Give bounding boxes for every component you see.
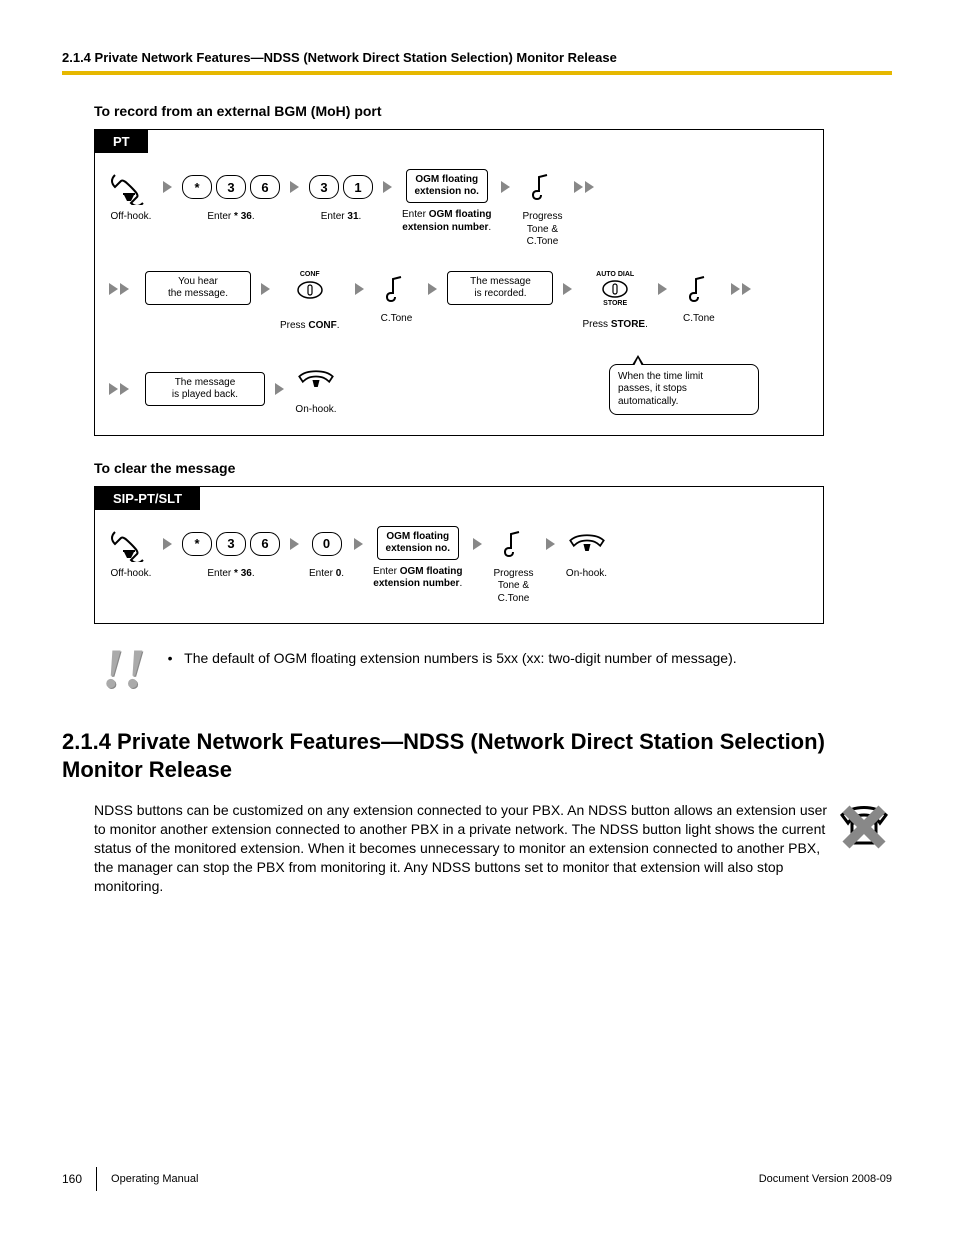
arrow-icon xyxy=(428,283,437,295)
key-3b: 3 xyxy=(309,175,339,199)
offhook-label: Off-hook. xyxy=(111,568,152,581)
phone-crossed-icon xyxy=(836,801,892,895)
page-number: 160 xyxy=(62,1172,82,1186)
arrow-icon xyxy=(354,538,363,550)
store-bot: STORE xyxy=(603,300,627,307)
played-message: The message is played back. xyxy=(145,372,265,406)
offhook-label: Off-hook. xyxy=(111,211,152,224)
enter0-label: Enter 0. xyxy=(309,568,344,581)
section-body-text: NDSS buttons can be customized on any ex… xyxy=(94,801,828,895)
handset-onhook-icon xyxy=(565,526,609,562)
keys-0: 0 xyxy=(312,526,342,562)
conf-label: Press CONF. xyxy=(280,320,339,333)
keys-star36: * 3 6 xyxy=(182,169,280,205)
record-tab: PT xyxy=(95,130,148,153)
arrow-icon xyxy=(658,283,667,295)
ogm-label: Enter OGM floatingextension number. xyxy=(402,209,491,234)
recorded-message: The message is recorded. xyxy=(447,271,553,305)
record-diagram: PT Off-hook. * 3 6 Enter * 36. xyxy=(94,129,824,436)
conf-button-icon xyxy=(288,278,332,302)
section-heading: 2.1.4 Private Network Features—NDSS (Net… xyxy=(62,728,892,783)
arrow-icon xyxy=(261,283,270,295)
arrow-icon xyxy=(163,538,172,550)
attention-icon: !! xyxy=(102,644,146,694)
note-row: !! • The default of OGM floating extensi… xyxy=(102,650,892,694)
enter36-label: Enter * 36. xyxy=(207,211,254,224)
footer-left: Operating Manual xyxy=(111,1173,198,1185)
double-arrow-icon xyxy=(109,383,129,395)
record-title: To record from an external BGM (MoH) por… xyxy=(94,103,892,119)
store-button-icon xyxy=(593,278,637,300)
note-icon xyxy=(520,169,564,205)
note-icon xyxy=(374,271,418,307)
key-3: 3 xyxy=(216,532,246,556)
keys-31: 3 1 xyxy=(309,169,373,205)
hear-message: You hear the message. xyxy=(145,271,251,305)
arrow-icon xyxy=(275,383,284,395)
conf-top: CONF xyxy=(300,271,320,278)
progress-label: Progress Tone & C.Tone xyxy=(522,211,562,249)
arrow-icon xyxy=(546,538,555,550)
key-0: 0 xyxy=(312,532,342,556)
key-1: 1 xyxy=(343,175,373,199)
clear-tab: SIP-PT/SLT xyxy=(95,487,200,510)
onhook-label: On-hook. xyxy=(295,404,336,417)
progress-label2: Progress Tone & C.Tone xyxy=(493,568,533,606)
footer-right: Document Version 2008-09 xyxy=(759,1173,892,1185)
keys-star36b: * 3 6 xyxy=(182,526,280,562)
arrow-icon xyxy=(163,181,172,193)
key-6: 6 xyxy=(250,532,280,556)
page-header: 2.1.4 Private Network Features—NDSS (Net… xyxy=(62,50,892,65)
note-icon xyxy=(492,526,536,562)
arrow-icon xyxy=(355,283,364,295)
page-footer: 160 Operating Manual Document Version 20… xyxy=(62,1167,892,1191)
handset-offhook-icon xyxy=(109,169,153,205)
ogm-box2: OGM floating extension no. xyxy=(377,526,459,560)
footer-sep xyxy=(96,1167,97,1191)
arrow-icon xyxy=(501,181,510,193)
ctone-label: C.Tone xyxy=(381,313,413,326)
key-3: 3 xyxy=(216,175,246,199)
clear-diagram: SIP-PT/SLT Off-hook. * 3 6 Enter * 36. xyxy=(94,486,824,625)
ogm-label2: Enter OGM floatingextension number. xyxy=(373,566,462,591)
double-arrow-icon xyxy=(574,181,594,193)
key-star: * xyxy=(182,175,212,199)
enter36-label: Enter * 36. xyxy=(207,568,254,581)
arrow-icon xyxy=(290,538,299,550)
arrow-icon xyxy=(473,538,482,550)
section-body: NDSS buttons can be customized on any ex… xyxy=(94,801,892,895)
handset-onhook-icon xyxy=(294,362,338,398)
time-limit-note: When the time limit passes, it stops aut… xyxy=(609,364,759,416)
ctone-label2: C.Tone xyxy=(683,313,715,326)
handset-offhook-icon xyxy=(109,526,153,562)
store-top: AUTO DIAL xyxy=(596,271,634,278)
double-arrow-icon xyxy=(731,283,751,295)
header-rule xyxy=(62,71,892,75)
key-star: * xyxy=(182,532,212,556)
key-6: 6 xyxy=(250,175,280,199)
note-text: • The default of OGM floating extension … xyxy=(168,650,737,666)
arrow-icon xyxy=(290,181,299,193)
clear-title: To clear the message xyxy=(94,460,892,476)
store-label: Press STORE. xyxy=(582,319,647,332)
note-icon xyxy=(677,271,721,307)
page: 2.1.4 Private Network Features—NDSS (Net… xyxy=(0,0,954,1235)
ogm-box: OGM floating extension no. xyxy=(406,169,488,203)
enter31-label: Enter 31. xyxy=(321,211,362,224)
arrow-icon xyxy=(383,181,392,193)
onhook-label2: On-hook. xyxy=(566,568,607,581)
double-arrow-icon xyxy=(109,283,129,295)
arrow-icon xyxy=(563,283,572,295)
